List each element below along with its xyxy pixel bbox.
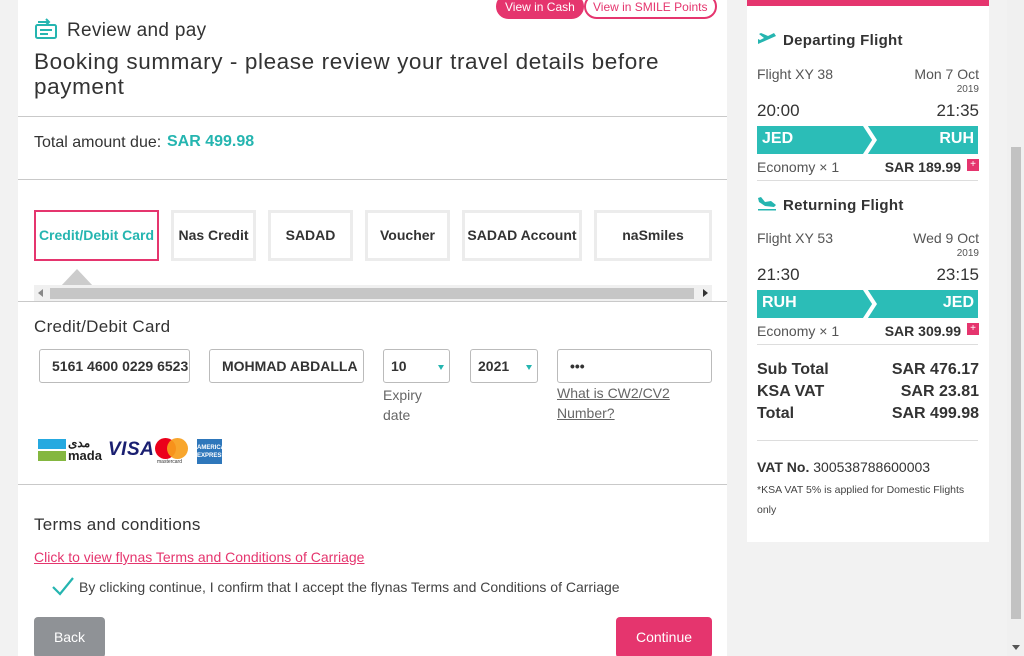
continue-button[interactable]: Continue bbox=[616, 617, 712, 656]
terms-of-carriage-link[interactable]: Click to view flynas Terms and Condition… bbox=[34, 549, 364, 565]
vat-note: *KSA VAT 5% is applied for Domestic Flig… bbox=[757, 484, 965, 516]
expand-plus-icon[interactable]: + bbox=[967, 323, 979, 335]
departing-destination: RUH bbox=[939, 130, 974, 147]
booking-panel: Review and pay View in Cash View in SMIL… bbox=[18, 0, 727, 656]
total-value: SAR 499.98 bbox=[891, 405, 979, 422]
returning-date: Wed 9 Oct bbox=[913, 230, 979, 246]
returning-year: 2019 bbox=[956, 248, 979, 259]
cvv-help-link[interactable]: What is CW2/CV2 Number? bbox=[557, 383, 687, 423]
returning-arr-time: 23:15 bbox=[936, 265, 979, 284]
returning-price: SAR 309.99 bbox=[884, 323, 961, 339]
expiry-year-select[interactable]: 2021 bbox=[470, 349, 538, 383]
route-arrow-icon bbox=[863, 126, 877, 154]
divider bbox=[18, 116, 727, 117]
returning-cabin: Economy × 1 bbox=[757, 323, 840, 339]
returning-dep-time: 21:30 bbox=[757, 265, 800, 284]
expand-plus-icon[interactable]: + bbox=[967, 159, 979, 171]
page-title: Booking summary - please review your tra… bbox=[34, 49, 660, 99]
chevron-down-icon bbox=[526, 365, 532, 370]
departing-origin: JED bbox=[762, 130, 794, 147]
expiry-month-select[interactable]: 10 bbox=[383, 349, 450, 383]
scroll-right-arrow-icon[interactable] bbox=[703, 289, 708, 297]
card-holder-input[interactable]: MOHMAD ABDALLA bbox=[209, 349, 364, 383]
card-form-title: Credit/Debit Card bbox=[34, 317, 171, 336]
tab-nas-credit[interactable]: Nas Credit bbox=[171, 210, 256, 261]
view-in-smile-points-button[interactable]: View in SMILE Points bbox=[584, 0, 717, 19]
amex-logo-icon: AMERICAN EXPRESS bbox=[197, 439, 229, 464]
tab-voucher[interactable]: Voucher bbox=[365, 210, 450, 261]
vat-number: VAT No. 300538788600003 bbox=[757, 459, 931, 475]
visa-logo-icon: VISA bbox=[108, 439, 155, 460]
divider bbox=[18, 179, 727, 180]
tab-sadad-account[interactable]: SADAD Account bbox=[462, 210, 582, 261]
tabs-scrollbar[interactable] bbox=[34, 285, 712, 301]
expiry-year-value: 2021 bbox=[478, 358, 510, 374]
vat-label: KSA VAT bbox=[757, 383, 825, 400]
scroll-left-arrow-icon[interactable] bbox=[38, 289, 43, 297]
sub-total-label: Sub Total bbox=[757, 361, 829, 378]
back-button[interactable]: Back bbox=[34, 617, 105, 656]
step-title: Review and pay bbox=[67, 20, 207, 41]
plane-landing-icon bbox=[758, 197, 776, 211]
scrollbar-thumb[interactable] bbox=[50, 288, 694, 299]
departing-date: Mon 7 Oct bbox=[914, 66, 979, 82]
returning-route: RUH JED bbox=[757, 290, 978, 318]
total-due-value: SAR 499.98 bbox=[167, 133, 255, 150]
total-label: Total bbox=[757, 405, 795, 422]
mada-logo-icon: مدى mada bbox=[38, 436, 102, 463]
departing-route: JED RUH bbox=[757, 126, 978, 154]
divider bbox=[18, 484, 727, 485]
active-tab-indicator bbox=[61, 269, 93, 286]
returning-destination: JED bbox=[942, 294, 974, 311]
departing-flight-number: Flight XY 38 bbox=[757, 66, 834, 82]
departing-arr-time: 21:35 bbox=[936, 101, 979, 120]
divider bbox=[18, 301, 727, 302]
ticket-arrows-icon bbox=[35, 18, 57, 39]
cvv-input[interactable]: ••• bbox=[557, 349, 712, 383]
card-number-input[interactable]: 5161 4600 0229 6523 bbox=[39, 349, 190, 383]
route-arrow-icon bbox=[863, 290, 877, 318]
chevron-down-icon bbox=[438, 365, 444, 370]
departing-cabin: Economy × 1 bbox=[757, 159, 840, 175]
terms-title: Terms and conditions bbox=[34, 515, 201, 534]
expiry-month-value: 10 bbox=[391, 358, 407, 374]
scrollbar-thumb[interactable] bbox=[1011, 147, 1021, 619]
tab-sadad[interactable]: SADAD bbox=[268, 210, 353, 261]
scroll-down-arrow-icon[interactable] bbox=[1012, 645, 1020, 650]
total-due-label: Total amount due: bbox=[34, 134, 162, 151]
sub-total-value: SAR 476.17 bbox=[891, 361, 979, 378]
tab-credit-debit-card[interactable]: Credit/Debit Card bbox=[34, 210, 159, 261]
booking-summary-sidebar: Departing Flight Flight XY 38 Mon 7 Oct … bbox=[747, 0, 989, 542]
returning-flight-number: Flight XY 53 bbox=[757, 230, 834, 246]
view-in-cash-button[interactable]: View in Cash bbox=[496, 0, 584, 19]
page-scrollbar[interactable] bbox=[1007, 0, 1024, 656]
terms-agreement-text: By clicking continue, I confirm that I a… bbox=[79, 579, 620, 595]
summary-top-bar bbox=[747, 0, 989, 6]
tab-nasmiles[interactable]: naSmiles bbox=[594, 210, 712, 261]
vat-value: SAR 23.81 bbox=[900, 383, 979, 400]
departing-dep-time: 20:00 bbox=[757, 101, 800, 120]
departing-price: SAR 189.99 bbox=[884, 159, 961, 175]
mastercard-logo-icon: mastercard bbox=[155, 438, 189, 465]
divider bbox=[757, 344, 978, 345]
departing-year: 2019 bbox=[956, 84, 979, 95]
plane-takeoff-icon bbox=[758, 33, 776, 44]
returning-origin: RUH bbox=[762, 294, 797, 311]
divider bbox=[757, 440, 978, 441]
check-icon[interactable] bbox=[51, 575, 75, 597]
divider bbox=[757, 180, 978, 181]
expiry-date-label: Expiry date bbox=[383, 387, 422, 423]
